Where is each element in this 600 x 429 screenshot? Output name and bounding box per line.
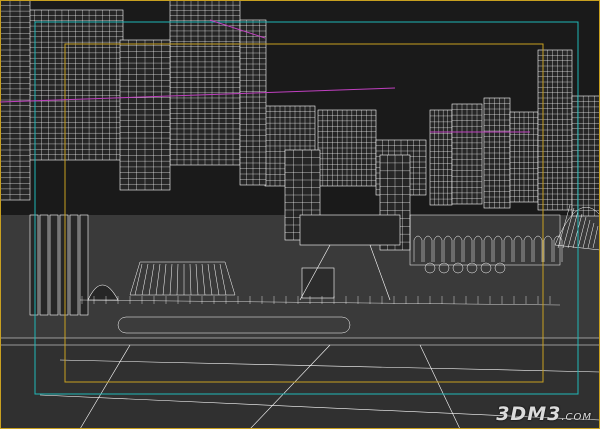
watermark-suffix-text: .COM (561, 412, 592, 423)
bus-vehicle (301, 267, 335, 299)
bg-tower-4 (509, 111, 539, 203)
edge-tower-right (571, 95, 600, 217)
left-tower-c (239, 19, 267, 186)
3d-wireframe-viewport[interactable]: 3DM3.COM (0, 0, 600, 429)
wireframe-city-scene (0, 0, 600, 429)
pillar (49, 214, 59, 316)
watermark-main-text: 3DM3 (496, 403, 562, 425)
pillar (59, 214, 69, 316)
pillar (39, 214, 49, 316)
bg-tower-2 (451, 103, 483, 205)
pillar (69, 214, 79, 316)
pillar (29, 214, 39, 316)
bg-tower-3 (483, 97, 511, 209)
cylinder-tower (119, 39, 171, 191)
bg-tower-1 (429, 109, 453, 206)
left-tower-b (169, 0, 241, 166)
left-tower-a (27, 9, 124, 161)
plaza-planter (117, 316, 351, 334)
mid-tower-b (317, 109, 377, 187)
far-left-tower (0, 0, 31, 201)
site-watermark: 3DM3.COM (496, 403, 592, 425)
bg-tower-3-window-grid (484, 98, 510, 208)
gate-bridge (299, 214, 401, 246)
